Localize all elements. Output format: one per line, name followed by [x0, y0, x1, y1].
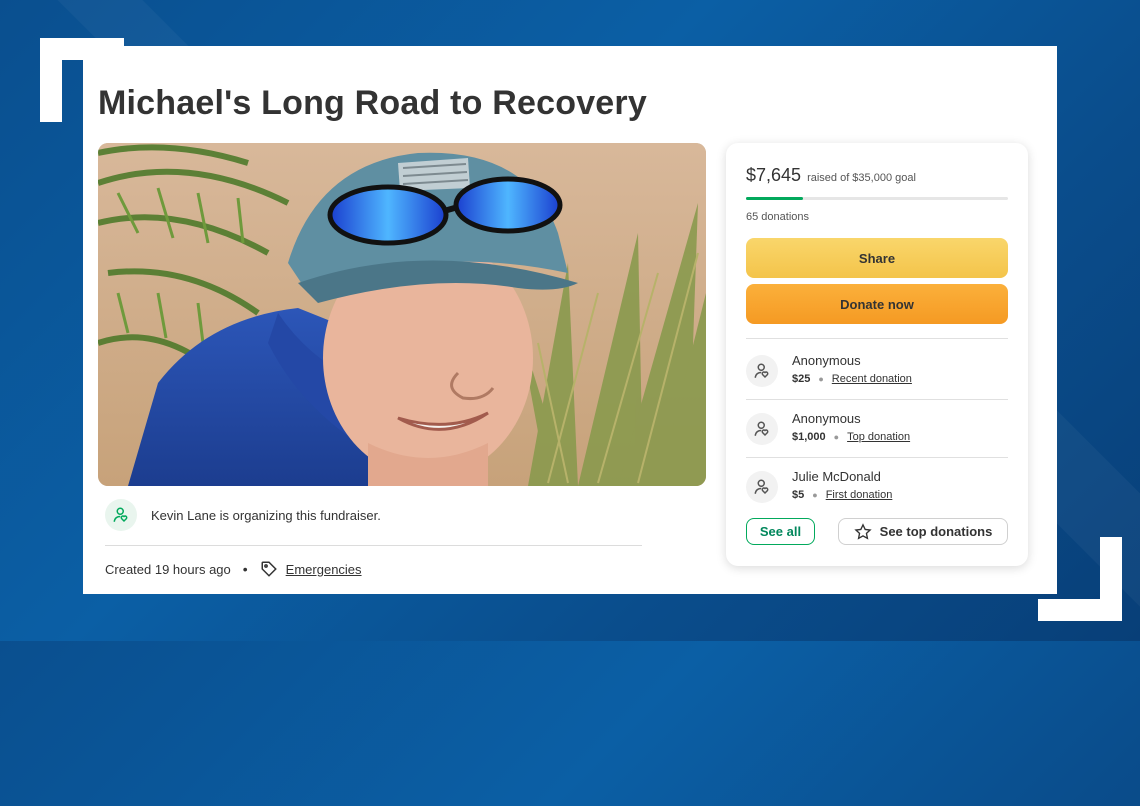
separator-dot: ●	[812, 490, 818, 500]
raised-goal: raised of $35,000 goal	[807, 172, 916, 184]
donor-avatar	[746, 471, 778, 503]
separator-dot: ●	[818, 374, 824, 384]
donation-type-link[interactable]: First donation	[826, 489, 893, 501]
see-top-donations-button[interactable]: See top donations	[838, 518, 1008, 545]
divider	[105, 545, 642, 546]
donation-item: Anonymous $25 ● Recent donation	[746, 353, 912, 387]
see-all-button[interactable]: See all	[746, 518, 815, 545]
divider	[746, 338, 1008, 339]
donor-name: Anonymous	[792, 411, 861, 426]
share-button[interactable]: Share	[746, 238, 1008, 278]
divider	[746, 399, 1008, 400]
see-top-donations-label: See top donations	[879, 524, 993, 539]
created-time: Created 19 hours ago	[105, 561, 231, 577]
campaign-photo	[98, 143, 706, 486]
organizer-row: Kevin Lane is organizing this fundraiser…	[105, 499, 381, 531]
raised-amount: $7,645	[746, 165, 802, 185]
donor-avatar	[746, 413, 778, 445]
user-heart-icon	[753, 420, 771, 438]
raised-summary: $7,645 raised of $35,000 goal	[746, 165, 916, 186]
campaign-meta: Created 19 hours ago • Emergencies	[105, 560, 362, 578]
page-title: Michael's Long Road to Recovery	[98, 84, 647, 122]
donation-type-link[interactable]: Top donation	[847, 431, 910, 443]
progress-bar-fill	[746, 197, 804, 200]
donor-name: Anonymous	[792, 353, 861, 368]
organizer-avatar	[105, 499, 137, 531]
divider	[746, 457, 1008, 458]
separator-dot: ●	[833, 432, 840, 442]
donation-amount: $1,000	[792, 431, 826, 443]
category-link[interactable]: Emergencies	[286, 562, 362, 577]
donor-avatar	[746, 355, 778, 387]
donation-sidebar: $7,645 raised of $35,000 goal 65 donatio…	[726, 143, 1028, 566]
frame-corner-bottom-right	[1038, 537, 1122, 621]
user-heart-icon	[112, 506, 130, 524]
separator-dot: •	[242, 561, 248, 577]
donation-amount: $5	[792, 489, 805, 501]
donor-name: Julie McDonald	[792, 469, 881, 484]
organizer-text: Kevin Lane is organizing this fundraiser…	[151, 507, 381, 523]
tag-icon	[260, 560, 278, 578]
donation-item: Julie McDonald $5 ● First donation	[746, 469, 892, 503]
user-heart-icon	[753, 362, 771, 380]
donation-type-link[interactable]: Recent donation	[832, 373, 912, 385]
user-heart-icon	[753, 478, 771, 496]
fundraiser-card: Michael's Long Road to Recovery Kevin La…	[83, 46, 1057, 594]
donate-now-button[interactable]: Donate now	[746, 284, 1008, 324]
donation-count: 65 donations	[746, 211, 809, 223]
progress-bar	[746, 197, 1008, 200]
donation-amount: $25	[792, 373, 811, 385]
star-icon	[853, 522, 872, 541]
donation-item: Anonymous $1,000 ● Top donation	[746, 411, 910, 445]
